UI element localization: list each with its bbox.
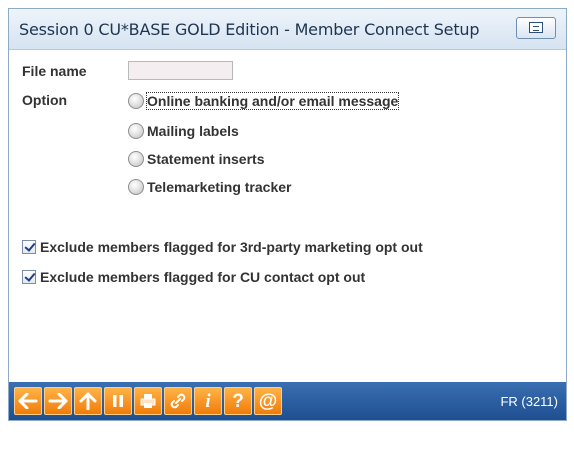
radio-button[interactable] [128,123,144,139]
back-arrow-icon [18,393,38,409]
window-title: Session 0 CU*BASE GOLD Edition - Member … [19,20,480,39]
app-window: Session 0 CU*BASE GOLD Edition - Member … [8,8,567,421]
back-button[interactable] [14,387,42,415]
question-mark-icon: ? [232,390,244,412]
pause-button[interactable] [104,387,132,415]
link-button[interactable] [164,387,192,415]
info-icon: i [205,390,211,412]
radio-button[interactable] [128,179,144,195]
option-label-text: Online banking and/or email message [145,92,400,110]
option-online-banking[interactable]: Online banking and/or email message [128,91,400,111]
file-name-label: File name [22,63,87,79]
option-mailing-labels[interactable]: Mailing labels [128,121,239,141]
option-label-text: Telemarketing tracker [147,179,292,195]
screen-id-label: FR (3211) [500,394,558,409]
info-button[interactable]: i [194,387,222,415]
checkbox-checked[interactable] [22,270,36,284]
up-button[interactable] [74,387,102,415]
window-menu-icon [529,22,543,33]
pause-icon [111,394,125,408]
help-button[interactable]: ? [224,387,252,415]
option-label-text: Mailing labels [147,123,239,139]
radio-button[interactable] [128,93,144,109]
print-button[interactable] [134,387,162,415]
form-area: File name Option Online banking and/or e… [9,50,566,382]
forward-button[interactable] [44,387,72,415]
checkbox-label: Exclude members flagged for 3rd-party ma… [40,239,423,255]
exclude-3rd-party-optout-checkbox[interactable]: Exclude members flagged for 3rd-party ma… [22,237,423,257]
radio-button[interactable] [128,151,144,167]
exclude-cu-contact-optout-checkbox[interactable]: Exclude members flagged for CU contact o… [22,267,365,287]
up-arrow-icon [79,392,97,410]
checkbox-label: Exclude members flagged for CU contact o… [40,269,366,285]
option-label: Option [22,92,68,108]
title-bar: Session 0 CU*BASE GOLD Edition - Member … [9,9,566,50]
forward-arrow-icon [48,393,68,409]
file-name-input[interactable] [128,61,233,80]
bottom-toolbar: i ? @ FR (3211) [9,382,566,420]
option-label-text: Statement inserts [147,151,265,167]
checkbox-checked[interactable] [22,240,36,254]
window-menu-button[interactable] [516,17,556,39]
at-sign-icon: @ [258,390,278,412]
option-telemarketing-tracker[interactable]: Telemarketing tracker [128,177,291,197]
email-button[interactable]: @ [254,387,282,415]
link-icon [169,392,187,410]
printer-icon [140,393,156,409]
option-statement-inserts[interactable]: Statement inserts [128,149,264,169]
